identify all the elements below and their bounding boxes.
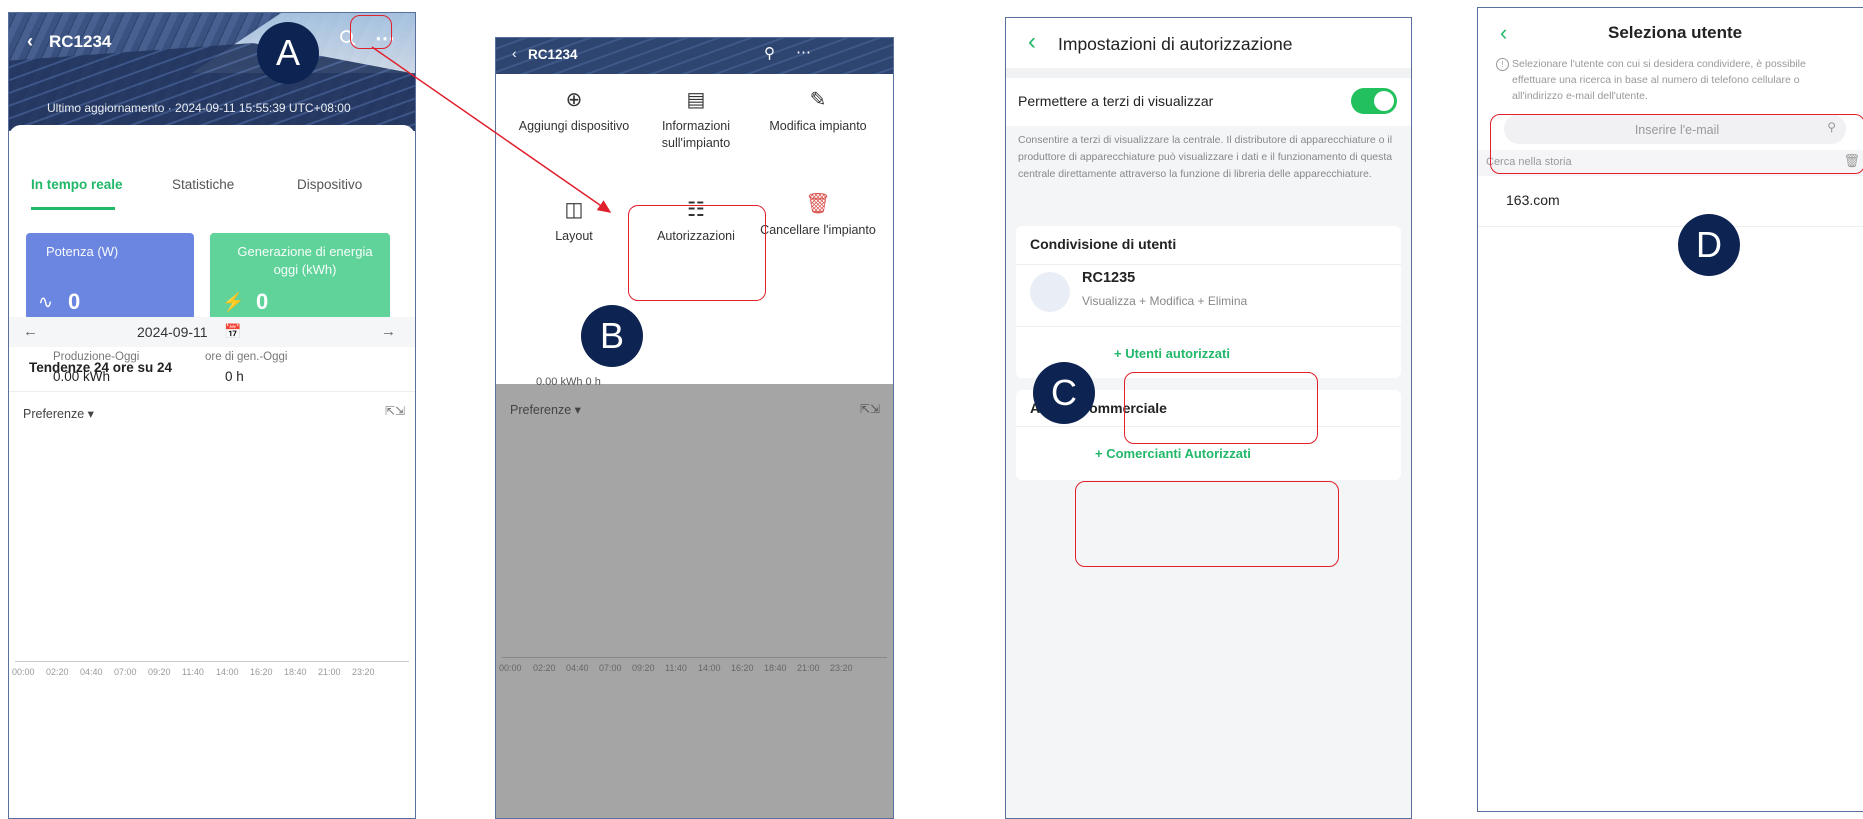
step-badge-c: C	[1033, 362, 1095, 424]
step-badge-b: B	[581, 305, 643, 367]
arrow-overlay	[371, 46, 612, 213]
step-badge-d: D	[1678, 214, 1740, 276]
step-badge-a: A	[257, 22, 319, 84]
connector-arrow	[371, 46, 612, 213]
